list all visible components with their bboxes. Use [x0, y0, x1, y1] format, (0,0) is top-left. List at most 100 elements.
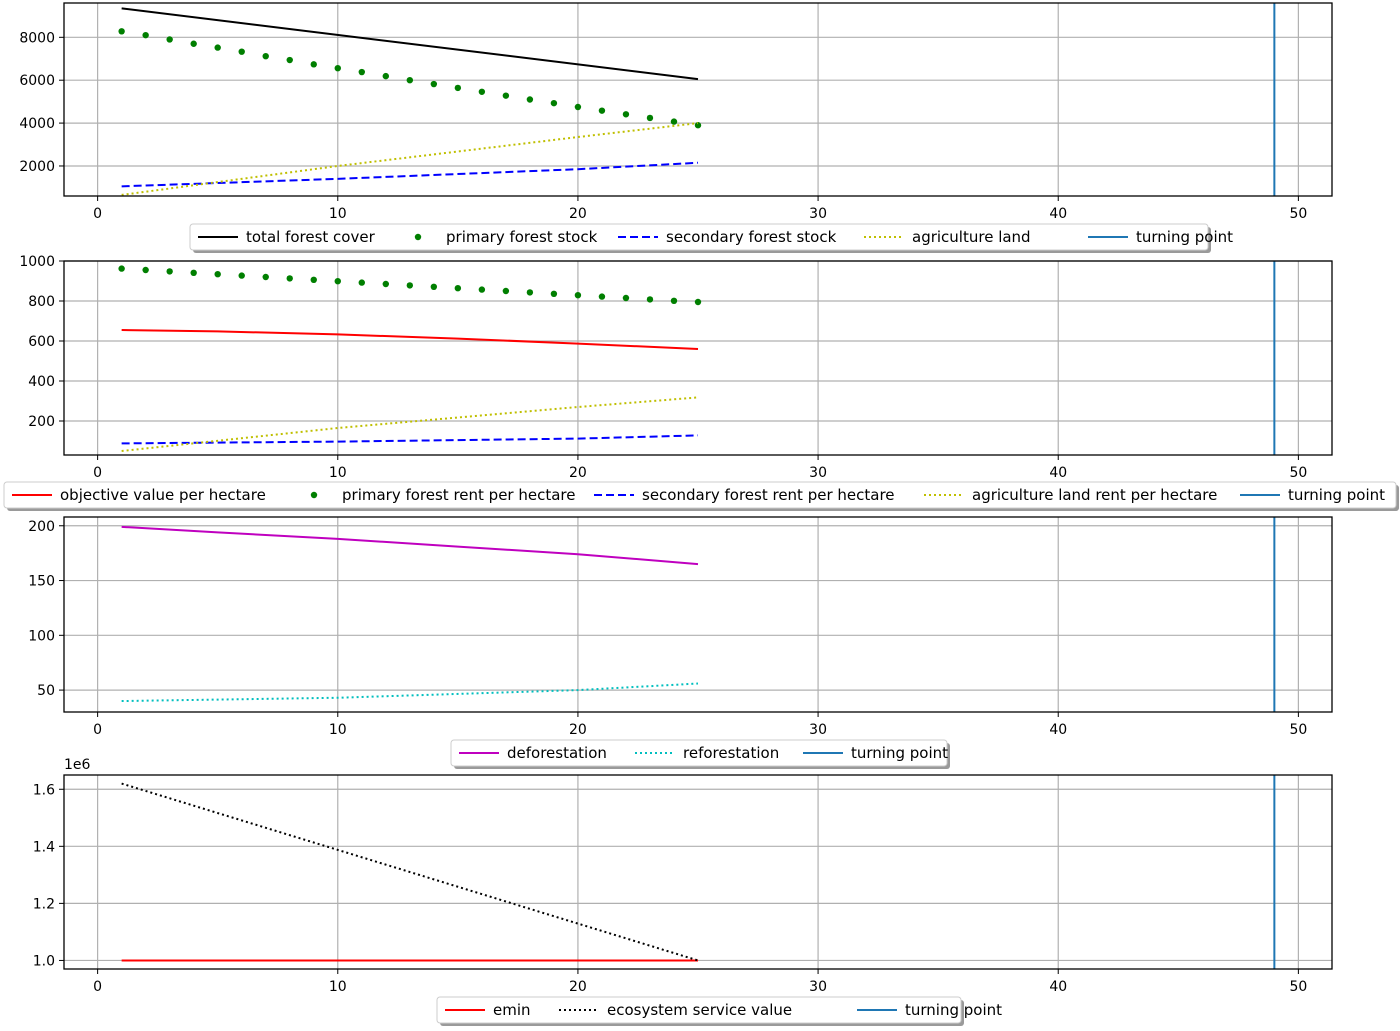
data-point [286, 275, 293, 282]
series-reforestation [121, 682, 699, 703]
legend-label: ecosystem service value [607, 1001, 792, 1019]
legend-label: secondary forest stock [666, 228, 837, 246]
data-point [358, 68, 365, 76]
data-point [262, 52, 269, 60]
y-tick-label: 1.6 [33, 782, 55, 798]
data-point [526, 96, 534, 103]
data-point [118, 28, 125, 35]
legend: emin ecosystem service value turning point [436, 996, 1002, 1026]
x-tick-label: 0 [93, 979, 102, 995]
y-tick-label: 1.4 [33, 839, 55, 855]
x-tick-label: 0 [93, 206, 102, 222]
legend-label: agriculture land rent per hectare [972, 486, 1217, 504]
series-ecosystem-service-value [121, 782, 699, 962]
data-point [430, 283, 438, 290]
data-point [406, 282, 414, 289]
y-tick-label: 1000 [19, 254, 55, 270]
data-point [694, 122, 702, 129]
x-tick-label: 20 [569, 979, 587, 995]
x-tick-label: 20 [569, 206, 587, 222]
data-point [478, 286, 486, 293]
data-point [694, 298, 702, 306]
y-tick-label: 6000 [19, 73, 55, 89]
legend-item-primary-forest-rent-per-hectare: primary forest rent per hectare [310, 486, 576, 504]
legend-label: objective value per hectare [60, 486, 266, 504]
data-point [262, 273, 269, 281]
legend-marker [414, 233, 422, 241]
y-tick-label: 150 [28, 574, 55, 590]
data-point [286, 56, 293, 64]
x-tick-label: 50 [1289, 722, 1307, 738]
axes-frame [63, 774, 1333, 970]
x-tick-label: 50 [1289, 979, 1307, 995]
panel-2: 0 10 20 30 40 50 200 400 600 800 1000 [19, 254, 1333, 481]
x-tick-label: 10 [329, 465, 347, 481]
axes-frame [63, 2, 1333, 197]
data-point [142, 266, 149, 274]
panel-1: 0 10 20 30 40 50 2000 4000 6000 8000 [19, 2, 1333, 222]
data-point [454, 285, 462, 292]
data-point [334, 64, 341, 72]
x-tick-label: 10 [329, 722, 347, 738]
x-tick-label: 50 [1289, 206, 1307, 222]
data-point [118, 265, 125, 272]
data-point [214, 271, 221, 278]
y-scale-label: 1e6 [64, 757, 91, 773]
axes-frame [63, 260, 1333, 456]
legend: total forest cover primary forest stock se… [189, 223, 1233, 253]
y-tick-label: 1.2 [33, 896, 55, 912]
legend-label: deforestation [507, 744, 607, 762]
legend-label: primary forest stock [446, 228, 598, 246]
y-tick-label: 8000 [19, 30, 55, 46]
x-tick-label: 40 [1049, 722, 1067, 738]
y-tick-label: 50 [37, 683, 55, 699]
data-point [598, 293, 606, 300]
data-point [670, 118, 678, 125]
legend-label: turning point [851, 744, 948, 762]
x-tick-label: 0 [93, 465, 102, 481]
x-tick-label: 20 [569, 465, 587, 481]
data-point [646, 296, 654, 303]
data-point [526, 289, 534, 296]
data-point [190, 269, 197, 276]
panel-4: 0 10 20 30 40 50 1.0 1.2 1.4 1.6 1e6 [33, 757, 1333, 995]
data-point [478, 88, 486, 95]
legend-label: turning point [905, 1001, 1002, 1019]
axes-frame [63, 516, 1333, 713]
data-point [646, 114, 654, 122]
series-objective-value-per-hectare [121, 329, 699, 350]
x-tick-label: 20 [569, 722, 587, 738]
data-point [550, 290, 558, 297]
y-tick-label: 800 [28, 294, 55, 310]
series-primary-forest-rent-per-hectare [118, 265, 702, 306]
x-tick-label: 40 [1049, 465, 1067, 481]
data-point [622, 111, 630, 118]
data-point [430, 80, 438, 88]
data-point [502, 92, 510, 99]
y-tick-label: 200 [28, 519, 55, 535]
legend-label: emin [493, 1001, 531, 1019]
legend-label: total forest cover [246, 228, 376, 246]
x-tick-label: 10 [329, 979, 347, 995]
data-point [166, 36, 173, 43]
series-deforestation [121, 525, 699, 566]
y-tick-label: 2000 [19, 159, 55, 175]
legend: objective value per hectare primary fores… [3, 481, 1399, 511]
legend-label: turning point [1136, 228, 1233, 246]
legend-marker [310, 491, 318, 499]
figure: 0 10 20 30 40 502000400060008000total forest … [3, 2, 1399, 1026]
data-point [598, 107, 606, 114]
data-point [238, 272, 245, 279]
series-total-forest-cover [121, 7, 699, 81]
x-tick-label: 30 [809, 465, 827, 481]
data-point [502, 287, 510, 295]
data-point [214, 44, 221, 51]
x-tick-label: 50 [1289, 465, 1307, 481]
data-point [166, 268, 173, 275]
y-tick-label: 100 [28, 628, 55, 644]
data-point [574, 292, 582, 299]
legend-label: turning point [1288, 486, 1385, 504]
y-tick-label: 400 [28, 374, 55, 390]
data-point [622, 294, 630, 302]
x-tick-label: 30 [809, 979, 827, 995]
